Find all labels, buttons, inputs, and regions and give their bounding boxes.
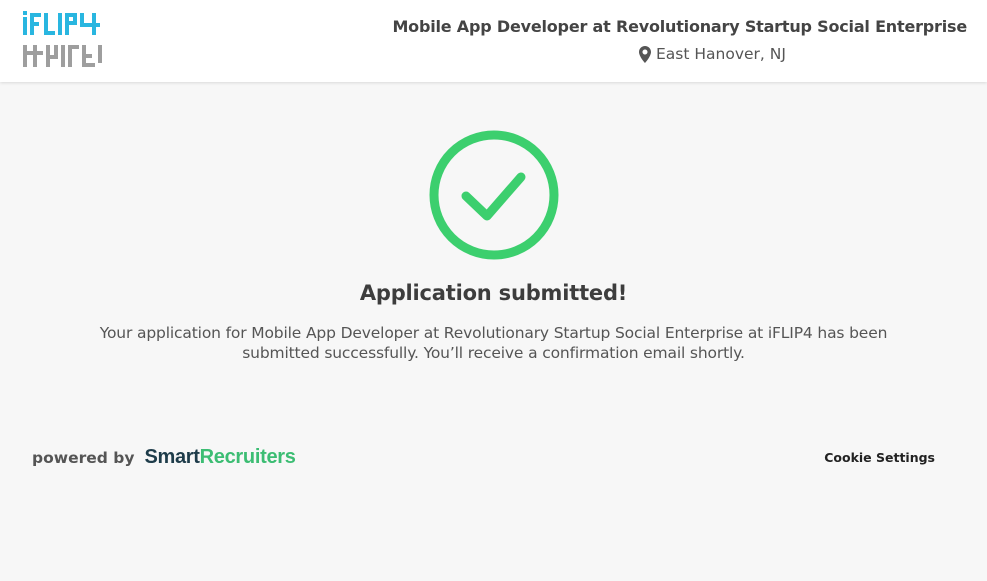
powered-by-label: powered by (32, 449, 135, 467)
cookie-settings-link[interactable]: Cookie Settings (824, 450, 935, 465)
smartrecruiters-logo-part1: Smart (144, 446, 200, 468)
location-text: East Hanover, NJ (656, 45, 786, 63)
check-circle-icon (429, 130, 559, 260)
job-location: East Hanover, NJ (639, 45, 786, 63)
smartrecruiters-logo-part2: Recruiters (199, 446, 296, 468)
powered-by: powered by SmartRecruiters (32, 446, 296, 469)
map-pin-icon (639, 45, 651, 63)
confirmation-title: Application submitted! (359, 281, 628, 305)
company-logo[interactable] (23, 11, 103, 69)
confirmation-message: Your application for Mobile App Develope… (99, 324, 888, 362)
page-header: Mobile App Developer at Revolutionary St… (0, 0, 987, 82)
job-title: Mobile App Developer at Revolutionary St… (392, 17, 967, 36)
smartrecruiters-logo[interactable]: SmartRecruiters (144, 446, 295, 469)
